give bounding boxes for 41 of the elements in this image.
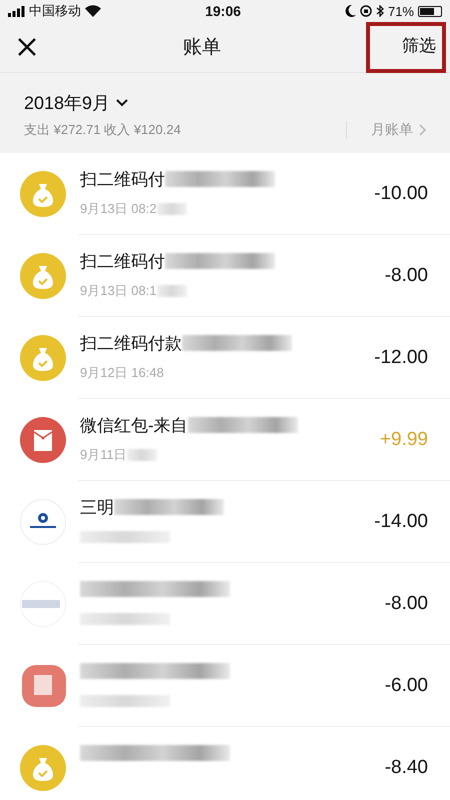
transaction-date: 9月11日 bbox=[80, 446, 127, 464]
money-bag-icon bbox=[20, 745, 66, 791]
close-button[interactable] bbox=[16, 36, 38, 58]
battery-icon bbox=[418, 6, 442, 16]
transaction-amount: +9.99 bbox=[380, 429, 428, 451]
battery-percent: 71% bbox=[388, 4, 414, 18]
transaction-title: 三明 bbox=[80, 496, 114, 518]
transaction-title: 扫二维码付款 bbox=[80, 332, 182, 354]
money-bag-icon bbox=[20, 335, 66, 381]
carrier-name: 中国移动 bbox=[29, 2, 81, 20]
transaction-amount: -8.00 bbox=[384, 593, 428, 615]
clock-time: 19:06 bbox=[205, 3, 241, 19]
transaction-date: 9月13日 08:2 bbox=[80, 200, 157, 218]
bluetooth-icon bbox=[376, 5, 384, 17]
transaction-amount: -10.00 bbox=[374, 183, 428, 205]
envelope-icon bbox=[20, 417, 66, 463]
month-picker[interactable]: 2018年9月 bbox=[24, 91, 128, 115]
transaction-date: 9月13日 08:1 bbox=[80, 282, 157, 300]
transaction-date: 9月12日 16:48 bbox=[80, 364, 164, 382]
transaction-amount: -12.00 bbox=[374, 347, 428, 369]
money-bag-icon bbox=[20, 253, 66, 299]
transaction-title: 微信红包-来自 bbox=[80, 414, 188, 436]
month-totals: 支出 ¥272.71 收入 ¥120.24 bbox=[24, 121, 181, 139]
chevron-down-icon bbox=[116, 99, 128, 107]
moon-icon bbox=[344, 5, 356, 17]
transaction-amount: -14.00 bbox=[374, 511, 428, 533]
chevron-right-icon bbox=[419, 124, 426, 136]
transaction-amount: -8.00 bbox=[384, 265, 428, 287]
signal-icon bbox=[8, 6, 25, 16]
transaction-amount: -6.00 bbox=[384, 675, 428, 697]
page-title: 账单 bbox=[183, 36, 221, 60]
blurred-logo-icon bbox=[20, 581, 66, 627]
transaction-title: 扫二维码付 bbox=[80, 168, 165, 190]
transaction-title: 扫二维码付 bbox=[80, 250, 165, 272]
rotation-lock-icon bbox=[360, 5, 372, 17]
wifi-icon bbox=[85, 5, 101, 17]
filter-button[interactable]: 筛选 bbox=[366, 22, 446, 72]
transaction-amount: -8.40 bbox=[384, 757, 428, 779]
money-bag-icon bbox=[20, 171, 66, 217]
bank-logo-icon bbox=[20, 499, 66, 545]
blurred-envelope-icon bbox=[20, 663, 66, 709]
